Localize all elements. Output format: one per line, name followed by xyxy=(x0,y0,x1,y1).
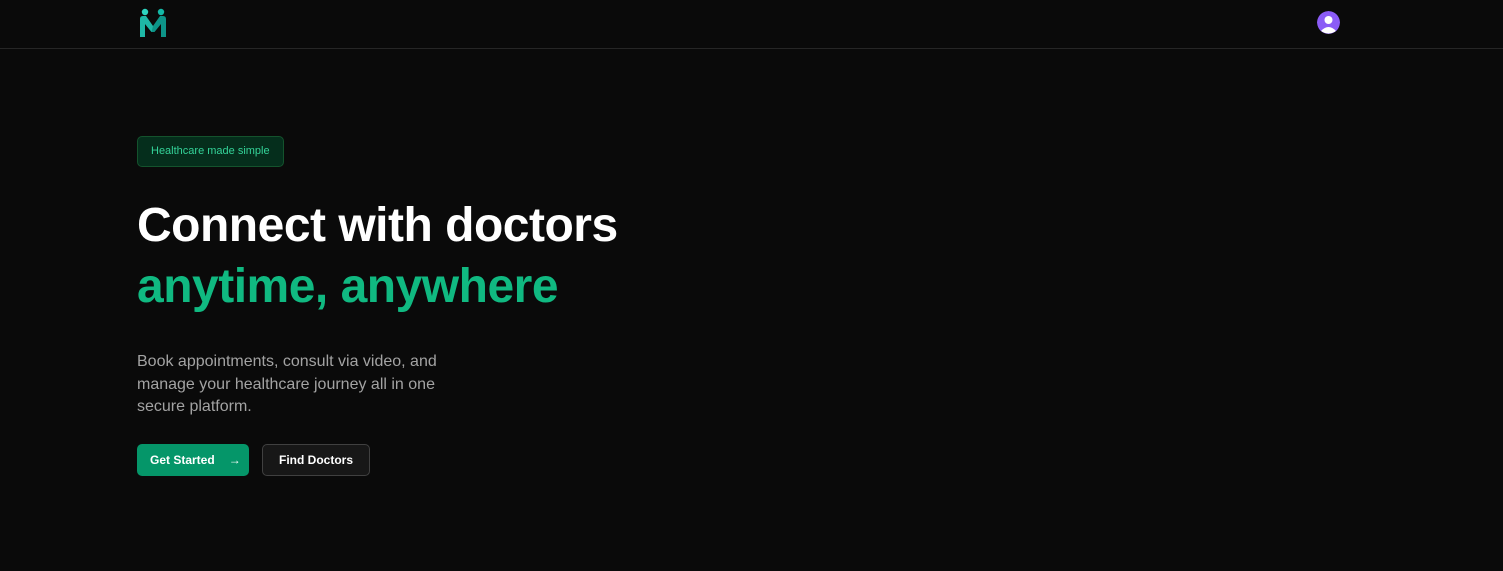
get-started-label: Get Started xyxy=(150,452,215,467)
hero-title-line1: Connect with doctors xyxy=(137,199,618,252)
hero-actions: Get Started → Find Doctors xyxy=(137,443,837,476)
navbar xyxy=(0,0,1503,49)
find-doctors-button[interactable]: Find Doctors xyxy=(262,443,370,476)
medimeet-logo-icon[interactable] xyxy=(137,6,169,40)
hero-section: Healthcare made simple Connect with doct… xyxy=(137,136,837,476)
get-started-button[interactable]: Get Started → xyxy=(137,443,249,476)
hero-subtitle: Book appointments, consult via video, an… xyxy=(137,353,437,415)
hero-badge: Healthcare made simple xyxy=(137,136,284,167)
hero-title: Connect with doctors anytime, anywhere xyxy=(137,195,837,317)
hero-title-line2: anytime, anywhere xyxy=(137,260,559,313)
user-avatar-icon[interactable] xyxy=(1317,11,1340,34)
arrow-right-icon: → xyxy=(228,452,241,467)
